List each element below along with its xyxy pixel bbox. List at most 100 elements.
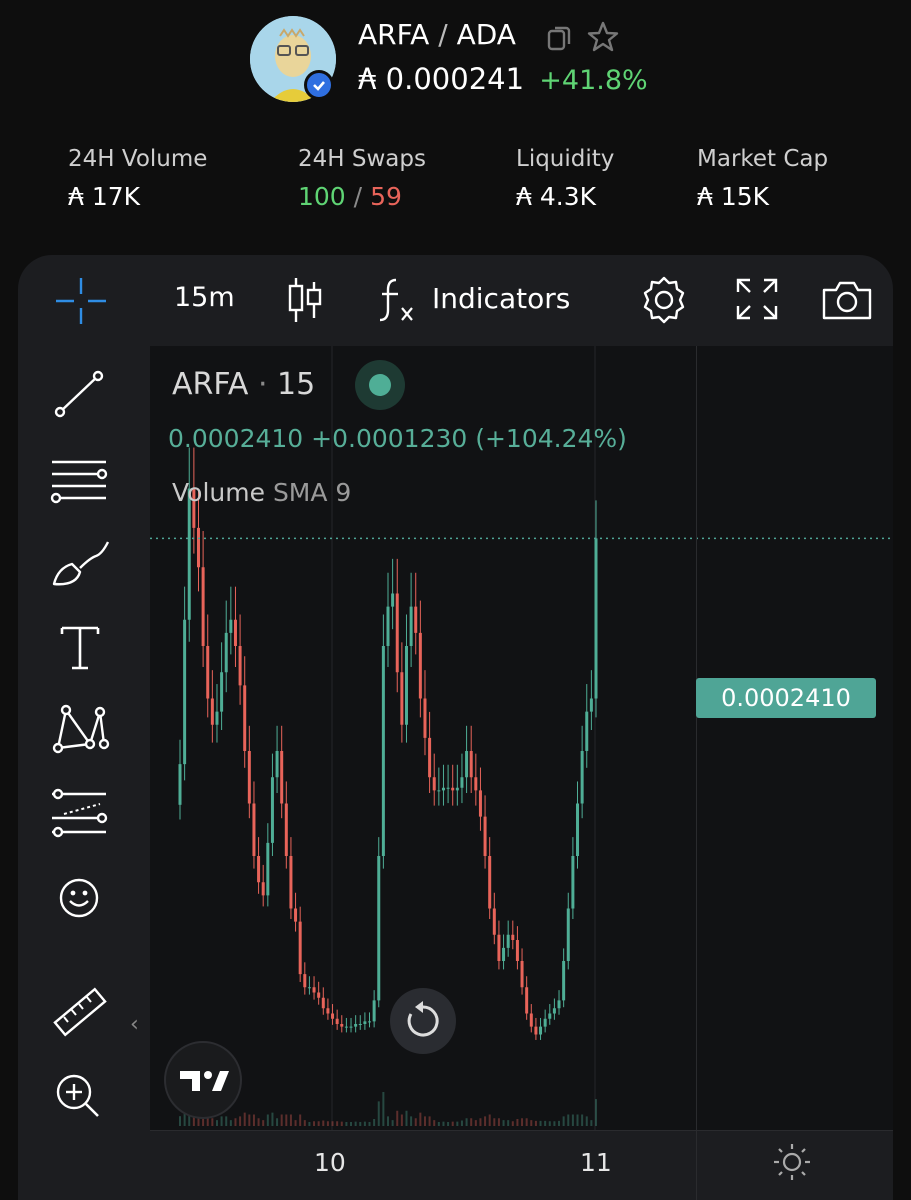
candle-body [497,934,501,961]
candle-body [298,921,302,975]
candle-body [372,1000,376,1022]
fx-icon[interactable] [376,276,420,324]
trend-line-icon[interactable] [50,364,110,424]
candle-body [571,856,575,909]
tradingview-logo[interactable] [164,1041,242,1119]
volume-bar [257,1118,260,1126]
volume-bar [497,1118,500,1126]
chart-area[interactable] [150,346,893,1131]
candle-body [340,1024,344,1027]
volume-bar [317,1121,320,1126]
volume-bar [359,1122,362,1126]
candle-body [363,1021,367,1024]
candle-body [238,646,242,686]
volume-bar [539,1120,542,1126]
stat-market-cap: Market Cap ₳ 15K [697,146,828,211]
volume-bar [507,1120,510,1126]
collapse-toolbar-icon[interactable]: ‹ [130,1012,139,1037]
volume-bar [294,1120,297,1126]
candle-body [257,856,261,883]
quote-symbol: ADA [456,18,516,51]
volume-bar [553,1121,556,1126]
verified-badge-icon [304,70,334,100]
stat-value: ₳ 17K [68,182,141,211]
candle-body [386,606,390,646]
volume-bar [285,1114,288,1126]
volume-bar [354,1121,357,1126]
volume-bar [502,1120,505,1126]
legend-volume: Volume SMA 9 [172,478,351,507]
volume-bar [585,1116,588,1126]
candle-body [414,606,418,633]
candle-body [215,711,219,725]
candle-body [506,934,510,948]
stat-volume: 24H Volume ₳ 17K [68,146,207,211]
reset-chart-button[interactable] [390,988,456,1054]
sun-icon[interactable] [772,1142,812,1182]
x-axis-label: 11 [580,1148,612,1177]
star-icon[interactable] [586,20,620,54]
stat-swaps: 24H Swaps 100 / 59 [298,146,426,211]
interval-selector[interactable]: 15m [174,282,235,313]
candle-body [289,856,293,909]
volume-bar [276,1118,279,1126]
volume-bar [465,1118,468,1126]
price-chart[interactable] [150,346,893,1131]
legend-symbol-name: ARFA [172,367,249,402]
candle-body [469,751,473,778]
candle-body [196,527,200,568]
price-change: +41.8% [539,65,648,96]
candle-body [178,764,182,805]
candle-body [210,698,214,725]
volume-bar [220,1116,223,1126]
fullscreen-icon[interactable] [734,276,780,322]
stat-label: Market Cap [697,146,829,172]
candle-body [418,632,422,699]
volume-bar [377,1101,380,1126]
legend-dot-separator: · [257,367,268,402]
candle-body [409,606,413,646]
candles-icon[interactable] [284,276,324,324]
candle-body [233,619,237,646]
volume-bar [548,1121,551,1126]
indicators-button[interactable]: Indicators [432,282,570,315]
candle-body [395,593,399,673]
forecast-icon[interactable] [50,784,110,844]
text-icon[interactable] [50,618,110,678]
candle-body [321,997,325,1009]
volume-bar [414,1118,417,1126]
volume-bar [456,1121,459,1126]
copy-icon[interactable] [546,24,574,52]
candle-body [525,987,529,1014]
candle-body [377,856,381,1001]
candle-body [335,1018,339,1024]
volume-bar [179,1116,181,1126]
candle-body [317,992,321,998]
camera-icon[interactable] [820,278,874,322]
emoji-icon[interactable] [50,868,110,928]
candle-body [478,790,482,817]
candle-body [270,777,274,843]
crosshair-icon[interactable] [52,272,110,330]
candle-body [520,961,524,988]
volume-bar [313,1121,316,1126]
fib-levels-icon[interactable] [50,452,110,512]
base-symbol: ARFA [358,18,430,51]
candle-body [284,803,288,856]
volume-bar [581,1114,584,1126]
ruler-icon[interactable] [50,982,110,1042]
gear-icon[interactable] [638,274,690,326]
candle-body [534,1026,538,1035]
pattern-icon[interactable] [50,700,110,760]
brush-icon[interactable] [50,538,110,598]
candle-body [585,711,589,751]
price-row: ₳ 0.000241 +41.8% [358,62,648,96]
volume-bar [470,1118,473,1126]
volume-bar [433,1120,436,1126]
volume-bar [479,1118,482,1126]
candle-body [220,672,224,712]
zoom-in-icon[interactable] [50,1064,110,1124]
candle-body [566,908,570,961]
candle-body [465,751,469,778]
candle-body [432,777,436,791]
